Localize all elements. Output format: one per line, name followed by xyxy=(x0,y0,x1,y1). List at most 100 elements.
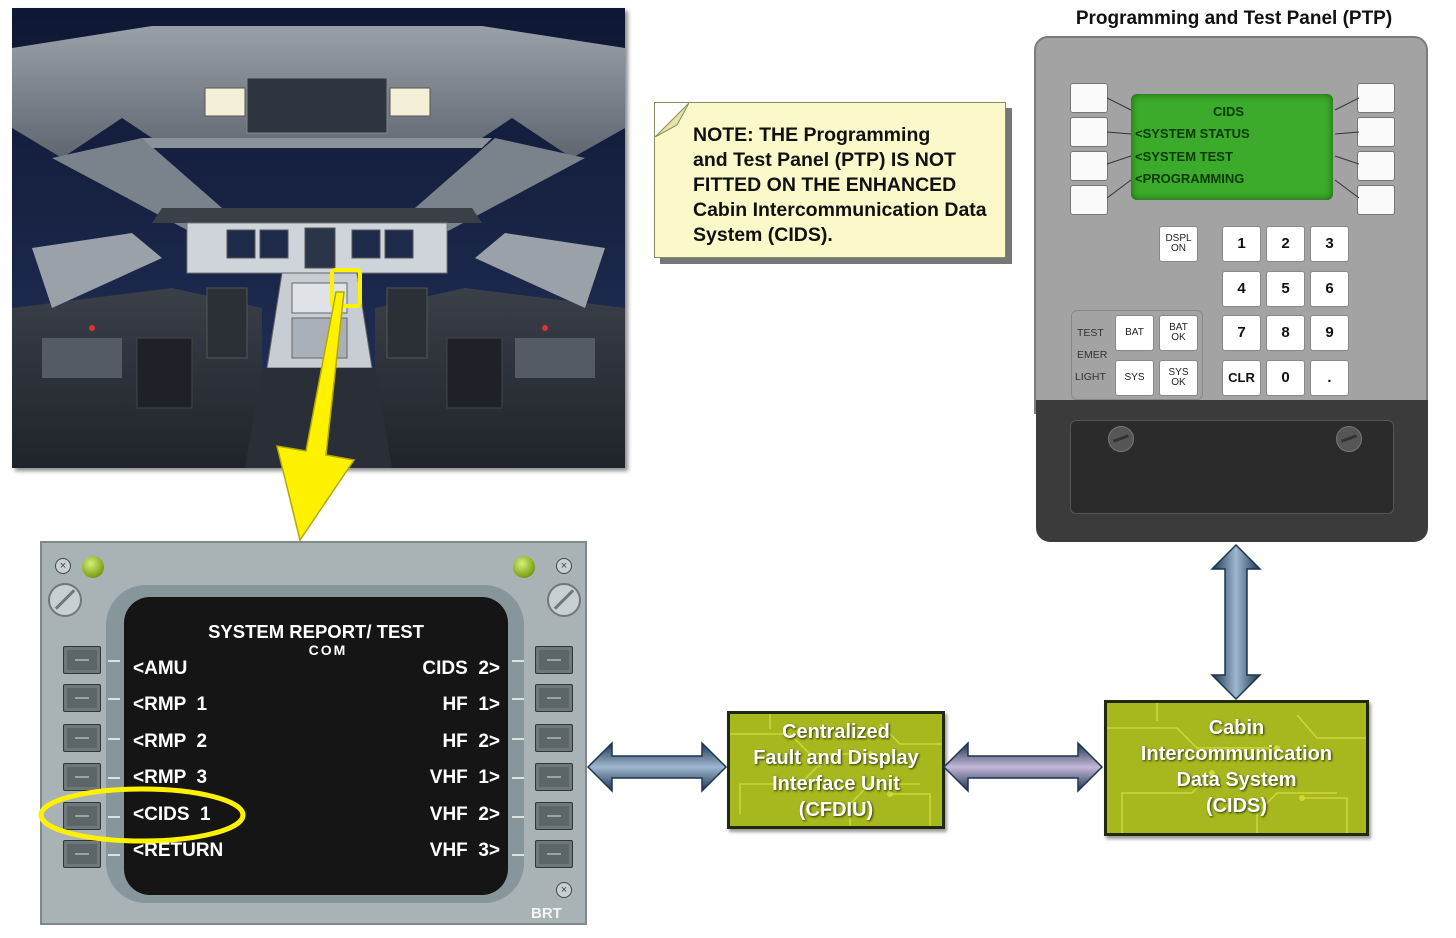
lsk-leader xyxy=(512,738,524,740)
lsk-3l[interactable] xyxy=(63,724,101,752)
lsk-leader xyxy=(108,854,120,856)
ptp-lsk-leaders-right xyxy=(1334,97,1359,199)
sys-test-key[interactable]: SYS xyxy=(1115,360,1154,396)
cfdiu-line: Interface Unit xyxy=(772,773,900,795)
mcdu-item-hf1[interactable]: HF 1> xyxy=(380,694,500,716)
cids-label: Cabin Intercommunication Data System (CI… xyxy=(1107,715,1366,819)
lsk-leader xyxy=(108,738,120,740)
cfdiu-line: Fault and Display xyxy=(753,747,919,769)
cids-line: Cabin xyxy=(1208,717,1265,739)
note-callout: NOTE: THE Programming and Test Panel (PT… xyxy=(654,102,1006,258)
mcdu-title: SYSTEM REPORT/ TEST xyxy=(208,621,424,642)
lsk-leader xyxy=(512,698,524,700)
sys-ok-line2: OK xyxy=(1171,377,1186,388)
key-1[interactable]: 1 xyxy=(1222,226,1261,262)
bat-key-label: BAT xyxy=(1125,327,1144,338)
key-clr[interactable]: CLR xyxy=(1222,360,1261,396)
lsk-leader xyxy=(512,816,524,818)
brt-label: BRT xyxy=(531,905,562,922)
mcdu-item-rmp1[interactable]: <RMP 1 xyxy=(133,694,207,716)
lsk-4r[interactable] xyxy=(535,763,573,791)
light-label: LIGHT xyxy=(1075,371,1106,383)
ptp-menu-programming[interactable]: <PROGRAMMING xyxy=(1135,171,1244,186)
screw-icon xyxy=(1108,426,1134,452)
bat-test-key[interactable]: BAT xyxy=(1115,315,1154,351)
ptp-title: Programming and Test Panel (PTP) xyxy=(1075,8,1393,29)
bat-ok-line2: OK xyxy=(1171,332,1186,343)
lsk-leader xyxy=(512,777,524,779)
key-2[interactable]: 2 xyxy=(1266,226,1305,262)
ptp-lsk-right-1[interactable] xyxy=(1357,83,1395,113)
screw-icon: × xyxy=(556,882,572,898)
sys-key-label: SYS xyxy=(1124,372,1145,383)
folded-corner xyxy=(655,103,689,137)
mcdu-item-amu[interactable]: <AMU xyxy=(133,658,187,680)
mcdu-subtitle: COM xyxy=(308,642,348,658)
dspl-on-key[interactable]: DSPL ON xyxy=(1159,226,1198,262)
ptp-screen-title: CIDS xyxy=(1213,104,1245,119)
ptp-lsk-right-3[interactable] xyxy=(1357,151,1395,181)
key-dot[interactable]: . xyxy=(1310,360,1349,396)
cfdiu-line: (CFDIU) xyxy=(798,799,874,821)
dspl-key-line2: ON xyxy=(1171,243,1186,254)
cids-line: Intercommunication xyxy=(1140,743,1333,765)
sys-ok-key[interactable]: SYS OK xyxy=(1159,360,1198,396)
lsk-leader xyxy=(512,660,524,662)
note-line: and Test Panel (PTP) IS NOT xyxy=(693,149,956,171)
bat-ok-key[interactable]: BAT OK xyxy=(1159,315,1198,351)
ptp-lsk-left-4[interactable] xyxy=(1070,185,1108,215)
ptp-lsk-left-3[interactable] xyxy=(1070,151,1108,181)
lsk-1l[interactable] xyxy=(63,646,101,674)
test-label: TEST xyxy=(1077,327,1104,339)
callout-arrow xyxy=(275,291,356,542)
annunciator-light-right xyxy=(513,556,535,578)
emer-label: EMER xyxy=(1077,349,1108,361)
key-4[interactable]: 4 xyxy=(1222,271,1261,307)
cfdiu-box: Centralized Fault and Display Interface … xyxy=(727,711,945,829)
screw-icon xyxy=(1336,426,1362,452)
ptp-menu-system-status[interactable]: <SYSTEM STATUS xyxy=(1135,126,1250,141)
cids-line: (CIDS) xyxy=(1205,795,1268,817)
mcdu-item-vhf3[interactable]: VHF 3> xyxy=(380,840,500,862)
arrow-ptp-cids xyxy=(1210,543,1262,701)
highlight-ellipse xyxy=(38,786,246,844)
mcdu-item-vhf2[interactable]: VHF 2> xyxy=(380,804,500,826)
ptp-lsk-leaders-left xyxy=(1107,97,1132,199)
knob-icon[interactable] xyxy=(48,583,82,617)
lsk-leader xyxy=(108,698,120,700)
key-9[interactable]: 9 xyxy=(1310,315,1349,351)
mcdu-item-rmp2[interactable]: <RMP 2 xyxy=(133,731,207,753)
ptp-menu-system-test[interactable]: <SYSTEM TEST xyxy=(1135,149,1233,164)
ptp-lsk-right-4[interactable] xyxy=(1357,185,1395,215)
lsk-3r[interactable] xyxy=(535,724,573,752)
annunciator-light-left xyxy=(82,556,104,578)
lsk-2r[interactable] xyxy=(535,684,573,712)
lsk-6r[interactable] xyxy=(535,840,573,868)
ptp-lsk-left-1[interactable] xyxy=(1070,83,1108,113)
key-6[interactable]: 6 xyxy=(1310,271,1349,307)
key-0[interactable]: 0 xyxy=(1266,360,1305,396)
cfdiu-label: Centralized Fault and Display Interface … xyxy=(730,719,942,823)
mcdu-item-hf2[interactable]: HF 2> xyxy=(380,731,500,753)
mcdu-item-cids2[interactable]: CIDS 2> xyxy=(380,658,500,680)
cids-line: Data System xyxy=(1176,769,1297,791)
screw-icon: × xyxy=(55,558,71,574)
lsk-5r[interactable] xyxy=(535,802,573,830)
arrow-cfdiu-cids xyxy=(942,741,1104,793)
key-7[interactable]: 7 xyxy=(1222,315,1261,351)
ptp-lsk-right-2[interactable] xyxy=(1357,117,1395,147)
key-3[interactable]: 3 xyxy=(1310,226,1349,262)
note-line: Cabin Intercommunication Data xyxy=(693,199,987,221)
lsk-leader xyxy=(512,854,524,856)
mcdu-item-vhf1[interactable]: VHF 1> xyxy=(380,767,500,789)
screw-icon: × xyxy=(556,558,572,574)
cids-box: Cabin Intercommunication Data System (CI… xyxy=(1104,700,1369,836)
ptp-screen: CIDS <SYSTEM STATUS <SYSTEM TEST <PROGRA… xyxy=(1131,94,1333,200)
lsk-1r[interactable] xyxy=(535,646,573,674)
ptp-lsk-left-2[interactable] xyxy=(1070,117,1108,147)
key-8[interactable]: 8 xyxy=(1266,315,1305,351)
lsk-2l[interactable] xyxy=(63,684,101,712)
note-line: System (CIDS). xyxy=(693,224,833,246)
knob-icon[interactable] xyxy=(547,583,581,617)
key-5[interactable]: 5 xyxy=(1266,271,1305,307)
